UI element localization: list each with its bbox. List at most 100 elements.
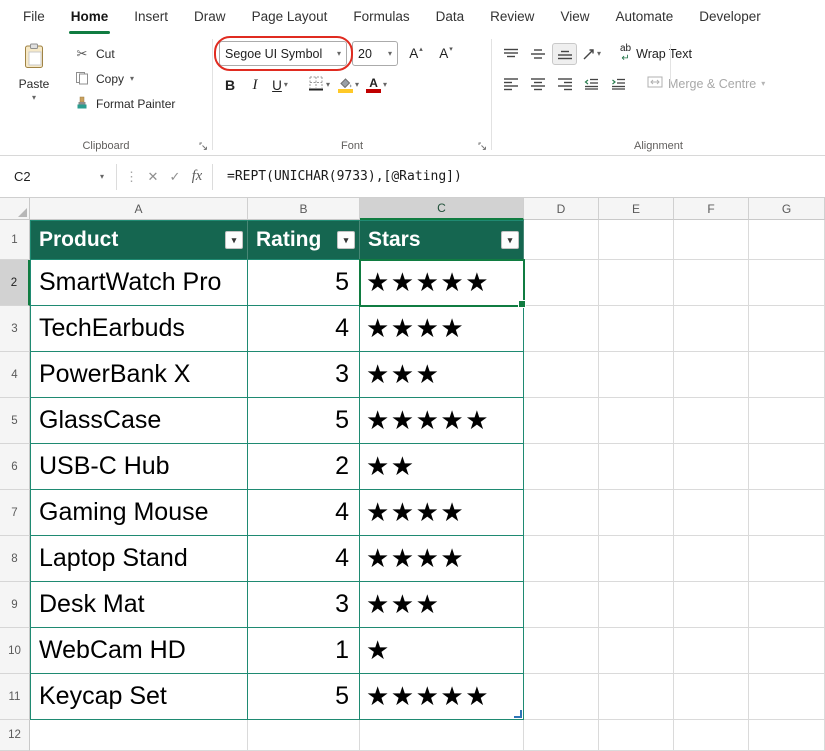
empty-cell[interactable] — [749, 720, 825, 751]
empty-cell[interactable] — [524, 220, 599, 260]
empty-cell[interactable] — [248, 720, 360, 751]
tab-automate[interactable]: Automate — [602, 0, 686, 34]
empty-cell[interactable] — [674, 220, 749, 260]
align-left-button[interactable] — [498, 73, 523, 95]
cut-button[interactable]: ✂ Cut — [70, 43, 179, 65]
merge-centre-button[interactable]: Merge & Centre ▾ — [647, 75, 765, 94]
column-header-g[interactable]: G — [749, 198, 825, 220]
formula-input[interactable]: =REPT(UNICHAR(9733),[@Rating]) — [227, 169, 462, 184]
wrap-text-button[interactable]: ab ↵ Wrap Text — [620, 44, 692, 64]
stars-cell[interactable]: ★★ — [360, 444, 524, 490]
column-header-e[interactable]: E — [599, 198, 674, 220]
copy-button[interactable]: Copy ▾ — [70, 68, 179, 90]
empty-cell[interactable] — [599, 220, 674, 260]
empty-cell[interactable] — [524, 352, 599, 398]
empty-cell[interactable] — [749, 674, 825, 720]
empty-cell[interactable] — [524, 674, 599, 720]
align-bottom-button[interactable] — [552, 43, 577, 65]
empty-cell[interactable] — [749, 306, 825, 352]
empty-cell[interactable] — [674, 260, 749, 306]
column-header-f[interactable]: F — [674, 198, 749, 220]
italic-button[interactable]: I — [244, 73, 266, 97]
row-header[interactable]: 6 — [0, 444, 30, 490]
empty-cell[interactable] — [749, 536, 825, 582]
empty-cell[interactable] — [599, 306, 674, 352]
clipboard-dialog-launcher[interactable] — [198, 141, 209, 152]
product-cell[interactable]: TechEarbuds — [30, 306, 248, 352]
product-cell[interactable]: WebCam HD — [30, 628, 248, 674]
increase-font-size-button[interactable]: A▴ — [403, 42, 428, 66]
bold-button[interactable]: B — [219, 73, 241, 97]
empty-cell[interactable] — [524, 306, 599, 352]
rating-cell[interactable]: 3 — [248, 582, 360, 628]
row-header-selected[interactable]: 2 — [0, 260, 30, 306]
empty-cell[interactable] — [599, 398, 674, 444]
tab-page-layout[interactable]: Page Layout — [239, 0, 341, 34]
empty-cell[interactable] — [599, 260, 674, 306]
product-cell[interactable]: Laptop Stand — [30, 536, 248, 582]
empty-cell[interactable] — [674, 582, 749, 628]
table-resize-handle[interactable] — [514, 710, 522, 718]
empty-cell[interactable] — [524, 398, 599, 444]
font-name-combobox[interactable]: Segoe UI Symbol ▾ — [219, 41, 347, 66]
tab-data[interactable]: Data — [423, 0, 478, 34]
product-cell[interactable]: Desk Mat — [30, 582, 248, 628]
column-header-d[interactable]: D — [524, 198, 599, 220]
empty-cell[interactable] — [749, 220, 825, 260]
empty-cell[interactable] — [674, 536, 749, 582]
empty-cell[interactable] — [674, 352, 749, 398]
underline-button[interactable]: U ▾ — [269, 73, 291, 97]
select-all-button[interactable] — [0, 198, 30, 220]
stars-cell[interactable]: ★★★★ — [360, 536, 524, 582]
stars-cell[interactable]: ★★★★★ — [360, 398, 524, 444]
rating-cell[interactable]: 2 — [248, 444, 360, 490]
row-header[interactable]: 7 — [0, 490, 30, 536]
product-cell[interactable]: PowerBank X — [30, 352, 248, 398]
orientation-button[interactable]: ▾ — [579, 43, 604, 65]
empty-cell[interactable] — [599, 674, 674, 720]
rating-cell[interactable]: 4 — [248, 306, 360, 352]
product-header-cell[interactable]: Product ▾ — [30, 220, 248, 260]
empty-cell[interactable] — [599, 490, 674, 536]
filter-button[interactable]: ▾ — [225, 231, 243, 249]
name-box[interactable]: C2 ▾ — [6, 163, 112, 191]
empty-cell[interactable] — [674, 674, 749, 720]
tab-review[interactable]: Review — [477, 0, 547, 34]
empty-cell[interactable] — [674, 398, 749, 444]
empty-cell[interactable] — [674, 628, 749, 674]
stars-cell[interactable]: ★★★★ — [360, 306, 524, 352]
empty-cell[interactable] — [524, 582, 599, 628]
selected-cell[interactable]: ★★★★★ — [360, 260, 524, 306]
rating-cell[interactable]: 5 — [248, 674, 360, 720]
empty-cell[interactable] — [599, 536, 674, 582]
product-cell[interactable]: GlassCase — [30, 398, 248, 444]
font-dialog-launcher[interactable] — [477, 141, 488, 152]
stars-header-cell[interactable]: Stars ▾ — [360, 220, 524, 260]
font-color-button[interactable]: A ▾ — [364, 73, 389, 97]
empty-cell[interactable] — [749, 260, 825, 306]
row-header[interactable]: 3 — [0, 306, 30, 352]
paste-button[interactable]: Paste ▾ — [6, 41, 62, 135]
empty-cell[interactable] — [749, 444, 825, 490]
increase-indent-button[interactable] — [606, 73, 631, 95]
stars-cell[interactable]: ★★★★★ — [360, 674, 524, 720]
align-top-button[interactable] — [498, 43, 523, 65]
product-cell[interactable]: SmartWatch Pro — [30, 260, 248, 306]
column-header-c-selected[interactable]: C — [360, 198, 524, 220]
column-header-a[interactable]: A — [30, 198, 248, 220]
tab-formulas[interactable]: Formulas — [340, 0, 422, 34]
empty-cell[interactable] — [524, 444, 599, 490]
row-header[interactable]: 11 — [0, 674, 30, 720]
row-header[interactable]: 1 — [0, 220, 30, 260]
font-size-combobox[interactable]: 20 ▾ — [352, 41, 398, 66]
align-center-button[interactable] — [525, 73, 550, 95]
column-header-b[interactable]: B — [248, 198, 360, 220]
empty-cell[interactable] — [674, 444, 749, 490]
cancel-button[interactable]: ✕ — [142, 169, 164, 185]
enter-button[interactable]: ✓ — [164, 169, 186, 185]
product-cell[interactable]: Keycap Set — [30, 674, 248, 720]
empty-cell[interactable] — [599, 720, 674, 751]
empty-cell[interactable] — [30, 720, 248, 751]
row-header[interactable]: 12 — [0, 720, 30, 751]
empty-cell[interactable] — [360, 720, 524, 751]
